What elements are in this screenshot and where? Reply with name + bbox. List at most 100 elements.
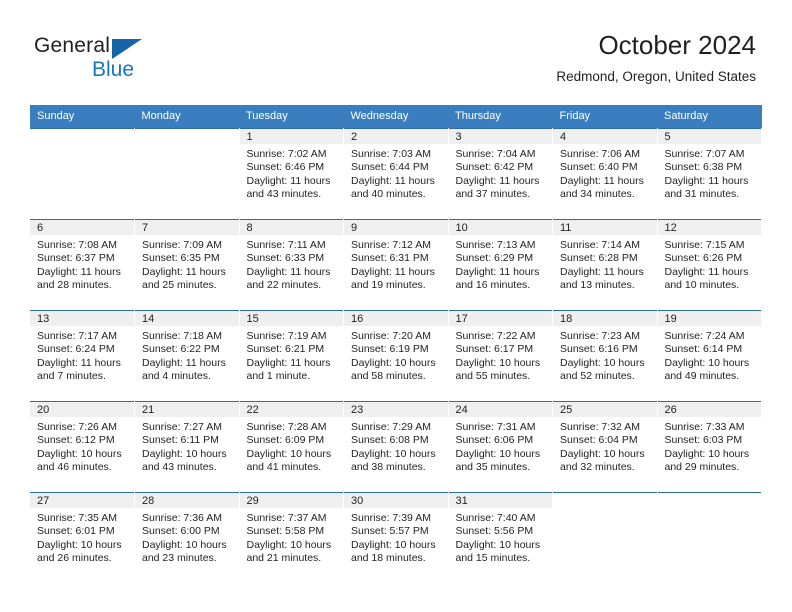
calendar-day-cell[interactable]: 27 Sunrise: 7:35 AM Sunset: 6:01 PM Dayligh… bbox=[30, 492, 135, 583]
calendar-day-cell[interactable]: 17 Sunrise: 7:22 AM Sunset: 6:17 PM Dayligh… bbox=[448, 310, 553, 402]
logo-text-general: General bbox=[34, 34, 111, 57]
calendar-day-cell[interactable]: 31 Sunrise: 7:40 AM Sunset: 5:56 PM Dayligh… bbox=[448, 492, 553, 583]
calendar-day-cell[interactable]: 23 Sunrise: 7:29 AM Sunset: 6:08 PM Dayligh… bbox=[343, 401, 449, 493]
sunrise-text: Sunrise: 7:09 AM bbox=[142, 239, 222, 251]
daylight-text: Daylight: 10 hours and 46 minutes. bbox=[37, 447, 122, 474]
sunrise-text: Sunrise: 7:35 AM bbox=[37, 512, 117, 524]
daylight-text: Daylight: 11 hours and 25 minutes. bbox=[142, 265, 226, 292]
sunset-text: Sunset: 6:35 PM bbox=[142, 252, 220, 265]
sunset-text: Sunset: 6:06 PM bbox=[455, 434, 534, 447]
calendar-day-cell[interactable]: 18 Sunrise: 7:23 AM Sunset: 6:16 PM Dayligh… bbox=[552, 310, 658, 402]
day-number bbox=[553, 493, 657, 508]
sunrise-text: Sunrise: 7:15 AM bbox=[664, 239, 745, 251]
calendar-day-cell[interactable]: 15 Sunrise: 7:19 AM Sunset: 6:21 PM Dayligh… bbox=[239, 310, 344, 402]
day-number: 18 bbox=[553, 311, 657, 326]
calendar-day-cell[interactable]: 13 Sunrise: 7:17 AM Sunset: 6:24 PM Dayligh… bbox=[30, 310, 135, 402]
calendar-day-cell[interactable]: 12 Sunrise: 7:15 AM Sunset: 6:26 PM Dayligh… bbox=[657, 219, 762, 311]
calendar-day-cell-empty bbox=[552, 492, 658, 583]
day-details: Sunrise: 7:26 AM Sunset: 6:12 PM Daylight:… bbox=[30, 417, 134, 475]
calendar-day-cell[interactable]: 6 Sunrise: 7:08 AM Sunset: 6:37 PM Daylight… bbox=[30, 219, 135, 311]
calendar-day-cell[interactable]: 29 Sunrise: 7:37 AM Sunset: 5:58 PM Dayligh… bbox=[239, 492, 344, 583]
weekday-header-tuesday: Tuesday bbox=[239, 105, 344, 129]
day-number: 15 bbox=[239, 311, 343, 326]
calendar-day-cell[interactable]: 14 Sunrise: 7:18 AM Sunset: 6:22 PM Dayligh… bbox=[134, 310, 240, 402]
daylight-text: Daylight: 10 hours and 26 minutes. bbox=[37, 538, 122, 565]
day-details: Sunrise: 7:39 AM Sunset: 5:57 PM Daylight:… bbox=[344, 508, 448, 566]
sunrise-text: Sunrise: 7:39 AM bbox=[351, 512, 431, 524]
sunset-text: Sunset: 6:04 PM bbox=[560, 434, 638, 447]
calendar-day-cell[interactable]: 19 Sunrise: 7:24 AM Sunset: 6:14 PM Dayligh… bbox=[657, 310, 762, 402]
day-details: Sunrise: 7:33 AM Sunset: 6:03 PM Daylight:… bbox=[658, 417, 762, 475]
sunrise-text: Sunrise: 7:32 AM bbox=[560, 421, 640, 433]
daylight-text: Daylight: 10 hours and 55 minutes. bbox=[455, 356, 541, 383]
calendar-day-cell[interactable]: 16 Sunrise: 7:20 AM Sunset: 6:19 PM Dayligh… bbox=[343, 310, 449, 402]
calendar-day-cell[interactable]: 8 Sunrise: 7:11 AM Sunset: 6:33 PM Daylight… bbox=[239, 219, 344, 311]
sunset-text: Sunset: 6:08 PM bbox=[351, 434, 429, 447]
daylight-text: Daylight: 10 hours and 29 minutes. bbox=[664, 447, 750, 474]
day-details: Sunrise: 7:40 AM Sunset: 5:56 PM Daylight:… bbox=[449, 508, 553, 566]
sunset-text: Sunset: 5:57 PM bbox=[351, 525, 429, 538]
day-details: Sunrise: 7:19 AM Sunset: 6:21 PM Daylight:… bbox=[240, 326, 344, 384]
sunset-text: Sunset: 6:31 PM bbox=[351, 252, 429, 265]
weekday-header-monday: Monday bbox=[134, 105, 239, 129]
day-number: 2 bbox=[344, 129, 448, 144]
day-details: Sunrise: 7:28 AM Sunset: 6:09 PM Daylight:… bbox=[240, 417, 344, 475]
weekday-header-friday: Friday bbox=[552, 105, 657, 129]
day-details: Sunrise: 7:14 AM Sunset: 6:28 PM Daylight:… bbox=[553, 235, 657, 293]
calendar-day-cell[interactable]: 30 Sunrise: 7:39 AM Sunset: 5:57 PM Dayligh… bbox=[343, 492, 449, 583]
calendar-day-cell[interactable]: 20 Sunrise: 7:26 AM Sunset: 6:12 PM Dayligh… bbox=[30, 401, 135, 493]
sunrise-text: Sunrise: 7:23 AM bbox=[560, 330, 640, 342]
daylight-text: Daylight: 11 hours and 10 minutes. bbox=[664, 265, 749, 292]
sunrise-text: Sunrise: 7:13 AM bbox=[455, 239, 536, 251]
sunset-text: Sunset: 6:14 PM bbox=[664, 343, 743, 356]
day-number: 22 bbox=[239, 402, 343, 417]
calendar-week-row: 13 Sunrise: 7:17 AM Sunset: 6:24 PM Dayligh… bbox=[30, 310, 762, 402]
calendar-day-cell[interactable]: 2 Sunrise: 7:03 AM Sunset: 6:44 PM Daylight… bbox=[343, 128, 449, 220]
day-number: 12 bbox=[657, 220, 761, 235]
day-number: 24 bbox=[448, 402, 552, 417]
daylight-text: Daylight: 11 hours and 4 minutes. bbox=[142, 356, 226, 383]
day-number: 20 bbox=[30, 402, 134, 417]
day-number: 30 bbox=[344, 493, 448, 508]
calendar-day-cell[interactable]: 28 Sunrise: 7:36 AM Sunset: 6:00 PM Dayligh… bbox=[134, 492, 240, 583]
day-number: 1 bbox=[239, 129, 343, 144]
daylight-text: Daylight: 11 hours and 16 minutes. bbox=[455, 265, 540, 292]
day-number: 3 bbox=[448, 129, 552, 144]
calendar-day-cell[interactable]: 11 Sunrise: 7:14 AM Sunset: 6:28 PM Dayligh… bbox=[552, 219, 658, 311]
sunset-text: Sunset: 6:11 PM bbox=[142, 434, 219, 447]
day-number: 6 bbox=[30, 220, 134, 235]
calendar-day-cell[interactable]: 3 Sunrise: 7:04 AM Sunset: 6:42 PM Daylight… bbox=[448, 128, 553, 220]
calendar-day-cell[interactable]: 9 Sunrise: 7:12 AM Sunset: 6:31 PM Daylight… bbox=[343, 219, 449, 311]
sunset-text: Sunset: 6:19 PM bbox=[351, 343, 429, 356]
daylight-text: Daylight: 11 hours and 22 minutes. bbox=[246, 265, 331, 292]
sunrise-text: Sunrise: 7:40 AM bbox=[455, 512, 536, 524]
sunrise-text: Sunrise: 7:22 AM bbox=[455, 330, 536, 342]
location-subtitle: Redmond, Oregon, United States bbox=[556, 69, 756, 84]
sunset-text: Sunset: 6:09 PM bbox=[246, 434, 325, 447]
day-details: Sunrise: 7:35 AM Sunset: 6:01 PM Daylight:… bbox=[30, 508, 134, 566]
calendar-day-cell[interactable]: 7 Sunrise: 7:09 AM Sunset: 6:35 PM Daylight… bbox=[134, 219, 240, 311]
day-number: 4 bbox=[553, 129, 657, 144]
calendar-day-cell[interactable]: 26 Sunrise: 7:33 AM Sunset: 6:03 PM Dayligh… bbox=[657, 401, 762, 493]
calendar-day-cell[interactable]: 5 Sunrise: 7:07 AM Sunset: 6:38 PM Daylight… bbox=[657, 128, 762, 220]
calendar-day-cell[interactable]: 10 Sunrise: 7:13 AM Sunset: 6:29 PM Dayligh… bbox=[448, 219, 553, 311]
daylight-text: Daylight: 11 hours and 19 minutes. bbox=[351, 265, 435, 292]
daylight-text: Daylight: 10 hours and 15 minutes. bbox=[455, 538, 541, 565]
calendar-body: 1 Sunrise: 7:02 AM Sunset: 6:46 PM Daylight… bbox=[30, 128, 762, 583]
calendar-day-cell[interactable]: 22 Sunrise: 7:28 AM Sunset: 6:09 PM Dayligh… bbox=[239, 401, 344, 493]
day-details: Sunrise: 7:08 AM Sunset: 6:37 PM Daylight:… bbox=[30, 235, 134, 293]
calendar-week-row: 6 Sunrise: 7:08 AM Sunset: 6:37 PM Daylight… bbox=[30, 219, 762, 311]
calendar-day-cell[interactable]: 25 Sunrise: 7:32 AM Sunset: 6:04 PM Dayligh… bbox=[552, 401, 658, 493]
daylight-text: Daylight: 11 hours and 40 minutes. bbox=[351, 174, 435, 201]
daylight-text: Daylight: 10 hours and 38 minutes. bbox=[351, 447, 436, 474]
day-details: Sunrise: 7:15 AM Sunset: 6:26 PM Daylight:… bbox=[658, 235, 762, 293]
calendar-day-cell[interactable]: 24 Sunrise: 7:31 AM Sunset: 6:06 PM Dayligh… bbox=[448, 401, 553, 493]
calendar-day-cell[interactable]: 1 Sunrise: 7:02 AM Sunset: 6:46 PM Daylight… bbox=[239, 128, 344, 220]
sunrise-text: Sunrise: 7:17 AM bbox=[37, 330, 117, 342]
daylight-text: Daylight: 11 hours and 7 minutes. bbox=[37, 356, 121, 383]
calendar-day-cell-empty bbox=[30, 128, 135, 220]
calendar-day-cell[interactable]: 21 Sunrise: 7:27 AM Sunset: 6:11 PM Dayligh… bbox=[134, 401, 240, 493]
daylight-text: Daylight: 11 hours and 43 minutes. bbox=[246, 174, 331, 201]
calendar-day-cell[interactable]: 4 Sunrise: 7:06 AM Sunset: 6:40 PM Daylight… bbox=[552, 128, 658, 220]
day-number bbox=[30, 129, 134, 144]
